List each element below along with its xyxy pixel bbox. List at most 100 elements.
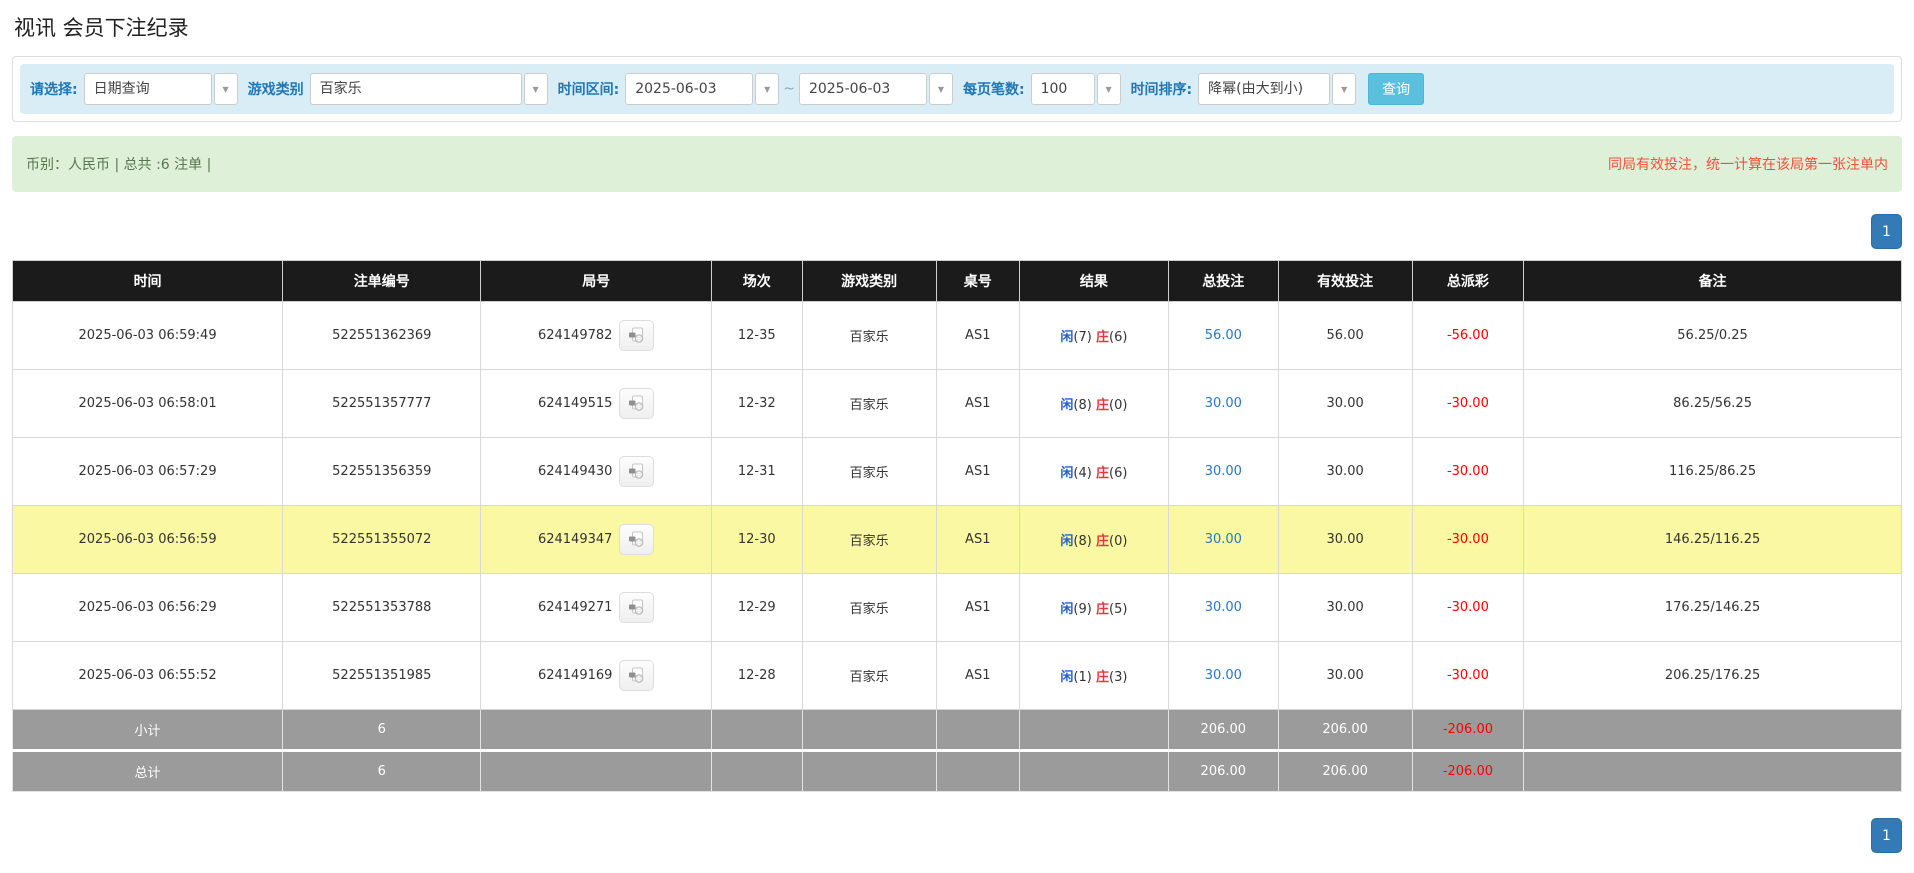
query-type-value[interactable]: 日期查询 xyxy=(83,73,212,105)
cell-payout: -30.00 xyxy=(1411,505,1525,574)
result-player-count: (8) xyxy=(1073,398,1092,413)
cell-result: 闲(9) 庄(5) xyxy=(1018,573,1170,642)
cell-bet-id: 522551355072 xyxy=(282,505,482,574)
cell-total-bet[interactable]: 30.00 xyxy=(1168,641,1279,710)
cell-table-no: AS1 xyxy=(935,437,1020,506)
col-session: 场次 xyxy=(710,260,803,302)
col-round-id: 局号 xyxy=(480,260,712,302)
chevron-down-icon[interactable]: ▼ xyxy=(1332,73,1357,105)
game-type-value[interactable]: 百家乐 xyxy=(309,73,522,105)
round-id-text: 624149169 xyxy=(537,668,613,683)
cell-table-no: AS1 xyxy=(935,301,1020,370)
result-player-count: (7) xyxy=(1073,330,1092,345)
page-title: 视讯 会员下注纪录 xyxy=(14,16,189,40)
date-to-value[interactable]: 2025-06-03 xyxy=(798,73,927,105)
cell-game-type: 百家乐 xyxy=(801,641,937,710)
cell-payout: -30.00 xyxy=(1411,573,1525,642)
cell-remark: 86.25/56.25 xyxy=(1523,369,1902,438)
total-bet-link[interactable]: 30.00 xyxy=(1205,600,1242,615)
payout-value: -30.00 xyxy=(1446,396,1489,411)
result-banker-count: (5) xyxy=(1109,602,1128,617)
cell-round-id: 624149515 xyxy=(480,369,712,438)
total-bet-link[interactable]: 30.00 xyxy=(1205,532,1242,547)
cell-remark: 176.25/146.25 xyxy=(1523,573,1902,642)
total-bet-link[interactable]: 56.00 xyxy=(1205,328,1242,343)
result-player-count: (9) xyxy=(1073,602,1092,617)
grand-total-row: 总计 6 206.00 206.00 -206.00 xyxy=(11,749,1902,792)
cell-table-no: AS1 xyxy=(935,505,1020,574)
cell-bet-id: 522551356359 xyxy=(282,437,482,506)
time-sort-select[interactable]: 降幂(由大到小) ▼ xyxy=(1198,73,1357,105)
cell-valid-bet: 30.00 xyxy=(1277,505,1413,574)
cell-result: 闲(8) 庄(0) xyxy=(1018,505,1170,574)
subtotal-payout: -206.00 xyxy=(1411,709,1525,751)
payout-value: -30.00 xyxy=(1446,532,1489,547)
video-replay-button[interactable] xyxy=(619,660,655,691)
cell-game-type: 百家乐 xyxy=(801,573,937,642)
round-id-text: 624149782 xyxy=(537,328,613,343)
cell-result: 闲(8) 庄(0) xyxy=(1018,369,1170,438)
date-to-select[interactable]: 2025-06-03 ▼ xyxy=(798,73,953,105)
chevron-down-icon[interactable]: ▼ xyxy=(928,73,953,105)
chevron-down-icon[interactable]: ▼ xyxy=(1096,73,1121,105)
result-banker: 庄 xyxy=(1095,602,1109,617)
cell-bet-id: 522551351985 xyxy=(282,641,482,710)
cell-remark: 116.25/86.25 xyxy=(1523,437,1902,506)
page-size-select[interactable]: 100 ▼ xyxy=(1030,73,1121,105)
cell-total-bet[interactable]: 30.00 xyxy=(1168,505,1279,574)
cell-total-bet[interactable]: 30.00 xyxy=(1168,573,1279,642)
col-total-bet: 总投注 xyxy=(1168,260,1279,302)
result-player-count: (8) xyxy=(1073,534,1092,549)
cell-valid-bet: 30.00 xyxy=(1277,437,1413,506)
game-type-select[interactable]: 百家乐 ▼ xyxy=(309,73,548,105)
video-replay-button[interactable] xyxy=(619,592,655,623)
total-bet-link[interactable]: 30.00 xyxy=(1205,396,1242,411)
cell-table-no: AS1 xyxy=(935,369,1020,438)
cell-total-bet[interactable]: 30.00 xyxy=(1168,369,1279,438)
video-replay-button[interactable] xyxy=(619,320,655,351)
chevron-down-icon[interactable]: ▼ xyxy=(755,73,780,105)
time-range-label: 时间区间: xyxy=(557,82,620,98)
col-remark: 备注 xyxy=(1523,260,1902,302)
cell-total-bet[interactable]: 30.00 xyxy=(1168,437,1279,506)
video-replay-button[interactable] xyxy=(619,524,655,555)
cell-payout: -30.00 xyxy=(1411,641,1525,710)
cell-bet-id: 522551362369 xyxy=(282,301,482,370)
video-replay-button[interactable] xyxy=(619,388,655,419)
total-bet-link[interactable]: 30.00 xyxy=(1205,464,1242,479)
result-player: 闲 xyxy=(1060,398,1074,413)
cell-payout: -56.00 xyxy=(1411,301,1525,370)
chevron-down-icon[interactable]: ▼ xyxy=(213,73,238,105)
video-replay-button[interactable] xyxy=(619,456,655,487)
table-row: 2025-06-03 06:55:52 522551351985 624149169… xyxy=(11,641,1902,710)
total-total-bet: 206.00 xyxy=(1168,749,1279,792)
range-separator: ~ xyxy=(783,81,795,97)
cell-game-type: 百家乐 xyxy=(801,505,937,574)
time-sort-value[interactable]: 降幂(由大到小) xyxy=(1198,73,1331,105)
result-banker: 庄 xyxy=(1095,466,1109,481)
cell-total-bet[interactable]: 56.00 xyxy=(1168,301,1279,370)
date-from-select[interactable]: 2025-06-03 ▼ xyxy=(625,73,780,105)
page-1-button[interactable]: 1 xyxy=(1871,818,1902,853)
chevron-down-icon[interactable]: ▼ xyxy=(523,73,548,105)
search-button[interactable]: 查询 xyxy=(1368,73,1425,105)
col-table-no: 桌号 xyxy=(935,260,1020,302)
col-valid-bet: 有效投注 xyxy=(1277,260,1413,302)
cell-payout: -30.00 xyxy=(1411,369,1525,438)
result-player: 闲 xyxy=(1060,670,1074,685)
page-1-button[interactable]: 1 xyxy=(1871,214,1902,249)
date-from-value[interactable]: 2025-06-03 xyxy=(625,73,754,105)
cell-session: 12-35 xyxy=(710,301,803,370)
payout-value: -30.00 xyxy=(1446,668,1489,683)
page-size-value[interactable]: 100 xyxy=(1030,73,1095,105)
cell-round-id: 624149430 xyxy=(480,437,712,506)
cell-valid-bet: 30.00 xyxy=(1277,573,1413,642)
query-type-select[interactable]: 日期查询 ▼ xyxy=(83,73,238,105)
cell-remark: 206.25/176.25 xyxy=(1523,641,1902,710)
total-bet-link[interactable]: 30.00 xyxy=(1205,668,1242,683)
table-row: 2025-06-03 06:57:29 522551356359 624149430… xyxy=(11,437,1902,506)
cell-round-id: 624149782 xyxy=(480,301,712,370)
film-icon xyxy=(629,667,644,683)
col-game-type: 游戏类别 xyxy=(801,260,937,302)
cell-remark: 56.25/0.25 xyxy=(1523,301,1902,370)
